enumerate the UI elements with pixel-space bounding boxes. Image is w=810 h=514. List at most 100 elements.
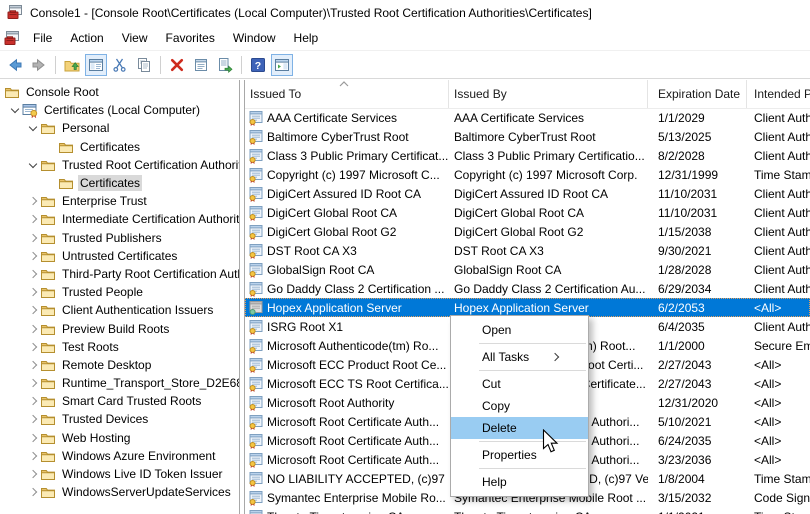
cell-intended-purposes: Client Authentication	[754, 319, 810, 334]
context-menu-separator	[479, 370, 586, 371]
column-header-expiration-date[interactable]: Expiration Date	[648, 80, 747, 108]
toolbar-cut-button[interactable]	[109, 54, 131, 76]
tree-item-remote-desktop[interactable]: Remote Desktop	[0, 356, 239, 374]
tree-collapsed-chevron-icon[interactable]	[26, 267, 40, 281]
table-row-digicert-global-root-g2[interactable]: DigiCert Global Root G2 DigiCert Global R…	[245, 222, 810, 241]
tree-item-runtime-transport-store-d2e6823[interactable]: Runtime_Transport_Store_D2E6823...	[0, 374, 239, 392]
tree-item-enterprise-trust[interactable]: Enterprise Trust	[0, 192, 239, 210]
tree-collapsed-chevron-icon[interactable]	[26, 322, 40, 336]
tree-item-trusted-people[interactable]: Trusted People	[0, 283, 239, 301]
tree-collapsed-chevron-icon[interactable]	[26, 412, 40, 426]
context-menu-item-copy[interactable]: Copy	[451, 395, 588, 417]
tree-collapsed-chevron-icon[interactable]	[26, 376, 40, 390]
context-menu-item-delete[interactable]: Delete	[451, 417, 588, 439]
toolbar-show-action-pane-button[interactable]	[271, 53, 293, 76]
folder-icon	[40, 266, 56, 282]
cell-issued-to: Microsoft ECC Product Root Ce...	[245, 355, 449, 374]
tree-item-label: Smart Card Trusted Roots	[62, 394, 202, 409]
toolbar-separator	[160, 55, 161, 74]
menu-help[interactable]: Help	[285, 27, 328, 49]
tree-item-client-authentication-issuers[interactable]: Client Authentication Issuers	[0, 301, 239, 319]
tree-item-intermediate-certification-authorities[interactable]: Intermediate Certification Authorities	[0, 210, 239, 228]
toolbar-show-console-tree-button[interactable]	[85, 53, 107, 76]
issued-to-text: Microsoft Root Certificate Auth...	[267, 433, 440, 448]
issued-to-text: NO LIABILITY ACCEPTED, (c)97 ...	[267, 471, 449, 486]
toolbar-copy-button[interactable]	[133, 54, 155, 76]
tree-collapsed-chevron-icon[interactable]	[26, 249, 40, 263]
issued-to-text: Microsoft Authenticode(tm) Ro...	[267, 338, 439, 353]
tree-item-windows-azure-environment[interactable]: Windows Azure Environment	[0, 447, 239, 465]
menu-file[interactable]: File	[24, 27, 61, 49]
context-menu-item-help[interactable]: Help	[451, 471, 588, 493]
tree-item-label: Certificates (Local Computer)	[44, 103, 201, 118]
tree-collapsed-chevron-icon[interactable]	[26, 449, 40, 463]
toolbar-export-list-button[interactable]	[214, 54, 236, 76]
tree-item-label: Runtime_Transport_Store_D2E6823...	[62, 376, 239, 391]
column-header-issued-by[interactable]: Issued By	[449, 80, 648, 108]
tree-collapsed-chevron-icon[interactable]	[26, 358, 40, 372]
toolbar-delete-button[interactable]	[166, 54, 188, 76]
table-row-thawte-timestamping-ca[interactable]: Thawte Timestamping CA Thawte Timestampin…	[245, 507, 810, 514]
tree-item-preview-build-roots[interactable]: Preview Build Roots	[0, 319, 239, 337]
table-row-copyright-c-1997-microsoft-c[interactable]: Copyright (c) 1997 Microsoft C... Copyrig…	[245, 165, 810, 184]
submenu-arrow-icon	[550, 352, 560, 362]
context-menu-item-cut[interactable]: Cut	[451, 373, 588, 395]
tree-expanded-chevron-icon[interactable]	[26, 158, 40, 172]
tree-item-trusted-root-certification-authorities[interactable]: Trusted Root Certification Authorities	[0, 156, 239, 174]
context-menu-item-properties[interactable]: Properties	[451, 444, 588, 466]
tree-collapsed-chevron-icon[interactable]	[26, 285, 40, 299]
tree-item-personal[interactable]: Personal	[0, 119, 239, 137]
table-row-globalsign-root-ca[interactable]: GlobalSign Root CA GlobalSign Root CA 1/28…	[245, 260, 810, 279]
menu-window[interactable]: Window	[224, 27, 285, 49]
column-header-intended-purposes[interactable]: Intended Purposes	[747, 80, 810, 108]
tree-item-trusted-publishers[interactable]: Trusted Publishers	[0, 229, 239, 247]
table-row-digicert-global-root-ca[interactable]: DigiCert Global Root CA DigiCert Global R…	[245, 203, 810, 222]
toolbar-forward-button[interactable]	[28, 54, 50, 76]
toolbar-up-one-level-button[interactable]	[61, 54, 83, 76]
tree-collapsed-chevron-icon[interactable]	[26, 394, 40, 408]
table-row-class-3-public-primary-certificat[interactable]: Class 3 Public Primary Certificat... Clas…	[245, 146, 810, 165]
context-menu-item-all-tasks[interactable]: All Tasks	[451, 346, 588, 368]
toolbar-separator	[55, 55, 56, 74]
tree-item-smart-card-trusted-roots[interactable]: Smart Card Trusted Roots	[0, 392, 239, 410]
menu-view[interactable]: View	[113, 27, 157, 49]
tree-item-web-hosting[interactable]: Web Hosting	[0, 429, 239, 447]
tree-item-certificates[interactable]: Certificates	[0, 138, 239, 156]
folder-icon	[58, 175, 74, 191]
tree-collapsed-chevron-icon[interactable]	[26, 467, 40, 481]
tree-item-windowsserverupdateservices[interactable]: WindowsServerUpdateServices	[0, 483, 239, 501]
certificate-icon	[248, 471, 264, 487]
tree-collapsed-chevron-icon[interactable]	[26, 212, 40, 226]
tree-collapsed-chevron-icon[interactable]	[26, 194, 40, 208]
tree-item-test-roots[interactable]: Test Roots	[0, 338, 239, 356]
table-row-baltimore-cybertrust-root[interactable]: Baltimore CyberTrust Root Baltimore Cyber…	[245, 127, 810, 146]
tree-item-third-party-root-certification-authoriti[interactable]: Third-Party Root Certification Authoriti…	[0, 265, 239, 283]
menu-favorites[interactable]: Favorites	[157, 27, 224, 49]
tree-item-untrusted-certificates[interactable]: Untrusted Certificates	[0, 247, 239, 265]
toolbar-properties-button[interactable]	[190, 54, 212, 76]
tree-expanded-chevron-icon[interactable]	[26, 121, 40, 135]
table-row-dst-root-ca-x3[interactable]: DST Root CA X3 DST Root CA X3 9/30/2021 Cli…	[245, 241, 810, 260]
tree-item-console-root[interactable]: Console Root	[0, 83, 239, 101]
tree-collapsed-chevron-icon[interactable]	[26, 231, 40, 245]
table-row-go-daddy-class-2-certification[interactable]: Go Daddy Class 2 Certification ... Go Dad…	[245, 279, 810, 298]
toolbar-back-button[interactable]	[4, 54, 26, 76]
tree-expanded-chevron-icon[interactable]	[8, 103, 22, 117]
toolbar-help-button[interactable]: ?	[247, 54, 269, 76]
svg-text:?: ?	[255, 60, 261, 72]
tree-item-certificates[interactable]: Certificates	[0, 174, 239, 192]
folder-icon	[40, 484, 56, 500]
tree-collapsed-chevron-icon[interactable]	[26, 485, 40, 499]
tree-collapsed-chevron-icon[interactable]	[26, 303, 40, 317]
tree-collapsed-chevron-icon[interactable]	[26, 431, 40, 445]
tree-item-certificates-local-computer[interactable]: Certificates (Local Computer)	[0, 101, 239, 119]
cell-expiration-date: 12/31/1999	[658, 167, 719, 182]
table-row-aaa-certificate-services[interactable]: AAA Certificate Services AAA Certificate …	[245, 108, 810, 127]
tree-item-label: Preview Build Roots	[62, 321, 170, 336]
menu-action[interactable]: Action	[61, 27, 112, 49]
table-row-digicert-assured-id-root-ca[interactable]: DigiCert Assured ID Root CA DigiCert Assu…	[245, 184, 810, 203]
tree-collapsed-chevron-icon[interactable]	[26, 340, 40, 354]
context-menu-item-open[interactable]: Open	[451, 319, 588, 341]
tree-item-windows-live-id-token-issuer[interactable]: Windows Live ID Token Issuer	[0, 465, 239, 483]
tree-item-trusted-devices[interactable]: Trusted Devices	[0, 410, 239, 428]
